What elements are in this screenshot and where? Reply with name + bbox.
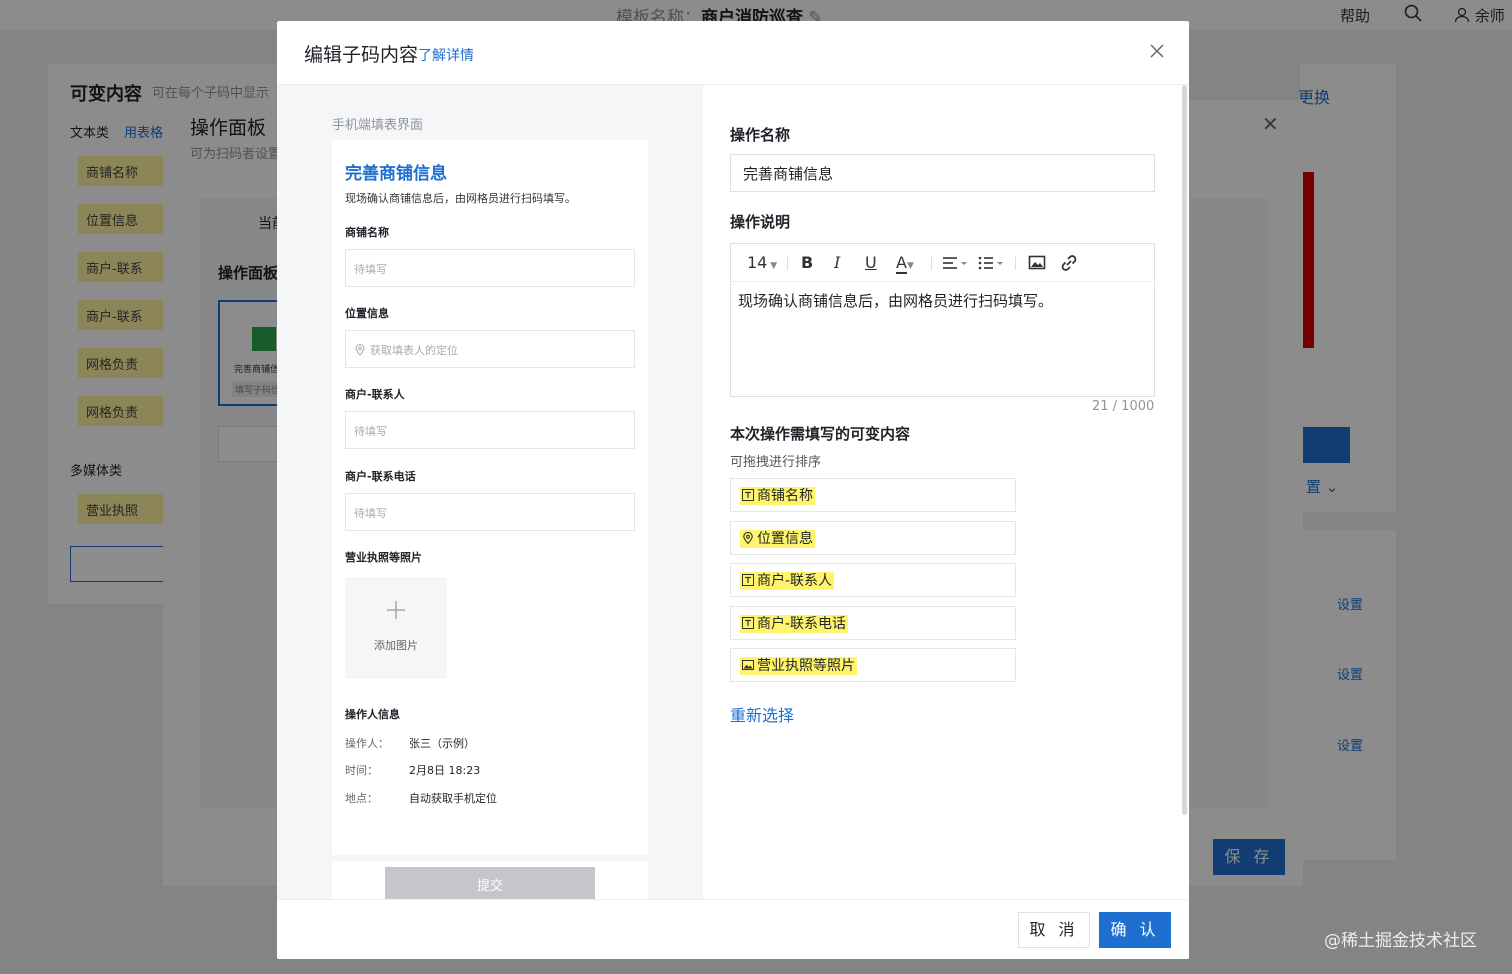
font-size-select[interactable]: 14 ▼	[747, 252, 777, 274]
bold-icon[interactable]: B	[801, 252, 813, 274]
variable-content-label: 本次操作需填写的可变内容	[730, 425, 911, 443]
plus-icon	[387, 601, 405, 619]
operator-section-title: 操作人信息	[345, 708, 400, 721]
variable-item-highlight: 商户-联系电话	[740, 615, 849, 633]
mobile-preview-label: 手机端填表界面	[332, 118, 424, 133]
mobile-preview-pane: 手机端填表界面 完善商铺信息 现场确认商铺信息后，由网格员进行扫码填写。 商铺名…	[277, 85, 703, 907]
dialog-title: 编辑子码内容	[304, 44, 419, 66]
field-label: 营业执照等照片	[345, 551, 422, 564]
dialog-footer: 取 消 确 认	[277, 899, 1189, 959]
operator-key: 操作人：	[345, 737, 389, 750]
location-placeholder: 获取填表人的定位	[370, 344, 458, 357]
place-key: 地点：	[345, 792, 378, 805]
variable-item[interactable]: 商铺名称	[730, 478, 1016, 512]
italic-icon[interactable]: I	[834, 252, 840, 274]
edit-subcode-dialog: 编辑子码内容 了解详情 手机端填表界面 完善商铺信息 现场确认商铺信息后，由网格…	[277, 21, 1189, 959]
image-icon[interactable]	[1028, 252, 1046, 274]
operator-value: 张三（示例）	[409, 737, 475, 750]
field-label: 位置信息	[345, 307, 389, 320]
toolbar-divider	[787, 256, 788, 270]
image-icon	[742, 660, 754, 670]
operation-name-input[interactable]: 完善商铺信息	[730, 154, 1155, 192]
time-value: 2月8日 18:23	[409, 764, 481, 777]
variable-item[interactable]: 商户-联系电话	[730, 606, 1016, 640]
mobile-phone-form: 完善商铺信息 现场确认商铺信息后，由网格员进行扫码填写。 商铺名称 待填写 位置…	[332, 140, 648, 907]
variable-item-name: 商户-联系人	[757, 573, 833, 589]
close-icon[interactable]	[1145, 39, 1169, 63]
contact-input[interactable]: 待填写	[345, 411, 635, 449]
variable-item-highlight: 位置信息	[740, 530, 815, 548]
phone-separator	[332, 855, 648, 861]
cancel-button[interactable]: 取 消	[1018, 912, 1090, 948]
field-label: 商户-联系电话	[345, 470, 416, 483]
shop-name-input[interactable]: 待填写	[345, 249, 635, 287]
text-field-icon	[742, 617, 754, 629]
drag-sort-hint: 可拖拽进行排序	[730, 455, 822, 470]
reselect-link[interactable]: 重新选择	[730, 702, 794, 726]
text-field-icon	[742, 574, 754, 586]
location-input[interactable]: 获取填表人的定位	[345, 330, 635, 368]
dialog-scrollbar[interactable]	[1182, 85, 1187, 815]
field-label: 商户-联系人	[345, 388, 405, 401]
place-value: 自动获取手机定位	[409, 792, 497, 805]
variable-item-name: 商铺名称	[757, 488, 813, 504]
add-image-button[interactable]: 添加图片	[345, 577, 447, 679]
link-icon[interactable]	[1059, 252, 1079, 274]
time-key: 时间：	[345, 764, 378, 777]
add-image-label: 添加图片	[374, 639, 418, 652]
rich-text-editor: 14 ▼ B I U A▼ 现场确认商铺信息后，由网格员进行扫码填写。	[730, 243, 1155, 397]
variable-item-highlight: 营业执照等照片	[740, 657, 857, 675]
editor-content[interactable]: 现场确认商铺信息后，由网格员进行扫码填写。	[738, 290, 1053, 311]
variable-item-name: 商户-联系电话	[757, 616, 847, 632]
toolbar-divider	[931, 256, 932, 270]
learn-more-link[interactable]: 了解详情	[418, 45, 474, 65]
mobile-form-description: 现场确认商铺信息后，由网格员进行扫码填写。	[345, 192, 576, 205]
list-icon[interactable]	[977, 252, 1007, 274]
mobile-form-title: 完善商铺信息	[345, 164, 447, 184]
font-size-value: 14	[747, 253, 768, 272]
field-label: 商铺名称	[345, 226, 389, 239]
text-field-icon	[742, 489, 754, 501]
phone-input[interactable]: 待填写	[345, 493, 635, 531]
variable-item[interactable]: 位置信息	[730, 521, 1016, 555]
align-icon[interactable]	[941, 252, 969, 274]
operation-desc-label: 操作说明	[730, 213, 791, 231]
char-counter: 21 / 1000	[1092, 399, 1155, 414]
variable-item-name: 位置信息	[757, 531, 813, 547]
location-icon	[355, 344, 365, 356]
watermark: @稀土掘金技术社区	[1324, 931, 1477, 951]
toolbar-divider	[1015, 256, 1016, 270]
confirm-button[interactable]: 确 认	[1099, 912, 1171, 948]
editor-toolbar: 14 ▼ B I U A▼	[731, 244, 1154, 282]
location-icon	[743, 532, 753, 544]
operation-name-label: 操作名称	[730, 126, 791, 144]
variable-item-highlight: 商户-联系人	[740, 572, 835, 590]
underline-icon[interactable]: U	[865, 252, 877, 274]
font-color-icon[interactable]: A▼	[896, 252, 914, 274]
variable-item[interactable]: 商户-联系人	[730, 563, 1016, 597]
settings-pane: 操作名称 完善商铺信息 操作说明 14 ▼ B I U A▼ 现场确认商铺信息后…	[703, 85, 1189, 899]
variable-item[interactable]: 营业执照等照片	[730, 648, 1016, 682]
variable-item-highlight: 商铺名称	[740, 487, 815, 505]
dialog-header: 编辑子码内容 了解详情	[277, 21, 1189, 85]
variable-item-name: 营业执照等照片	[757, 658, 855, 674]
